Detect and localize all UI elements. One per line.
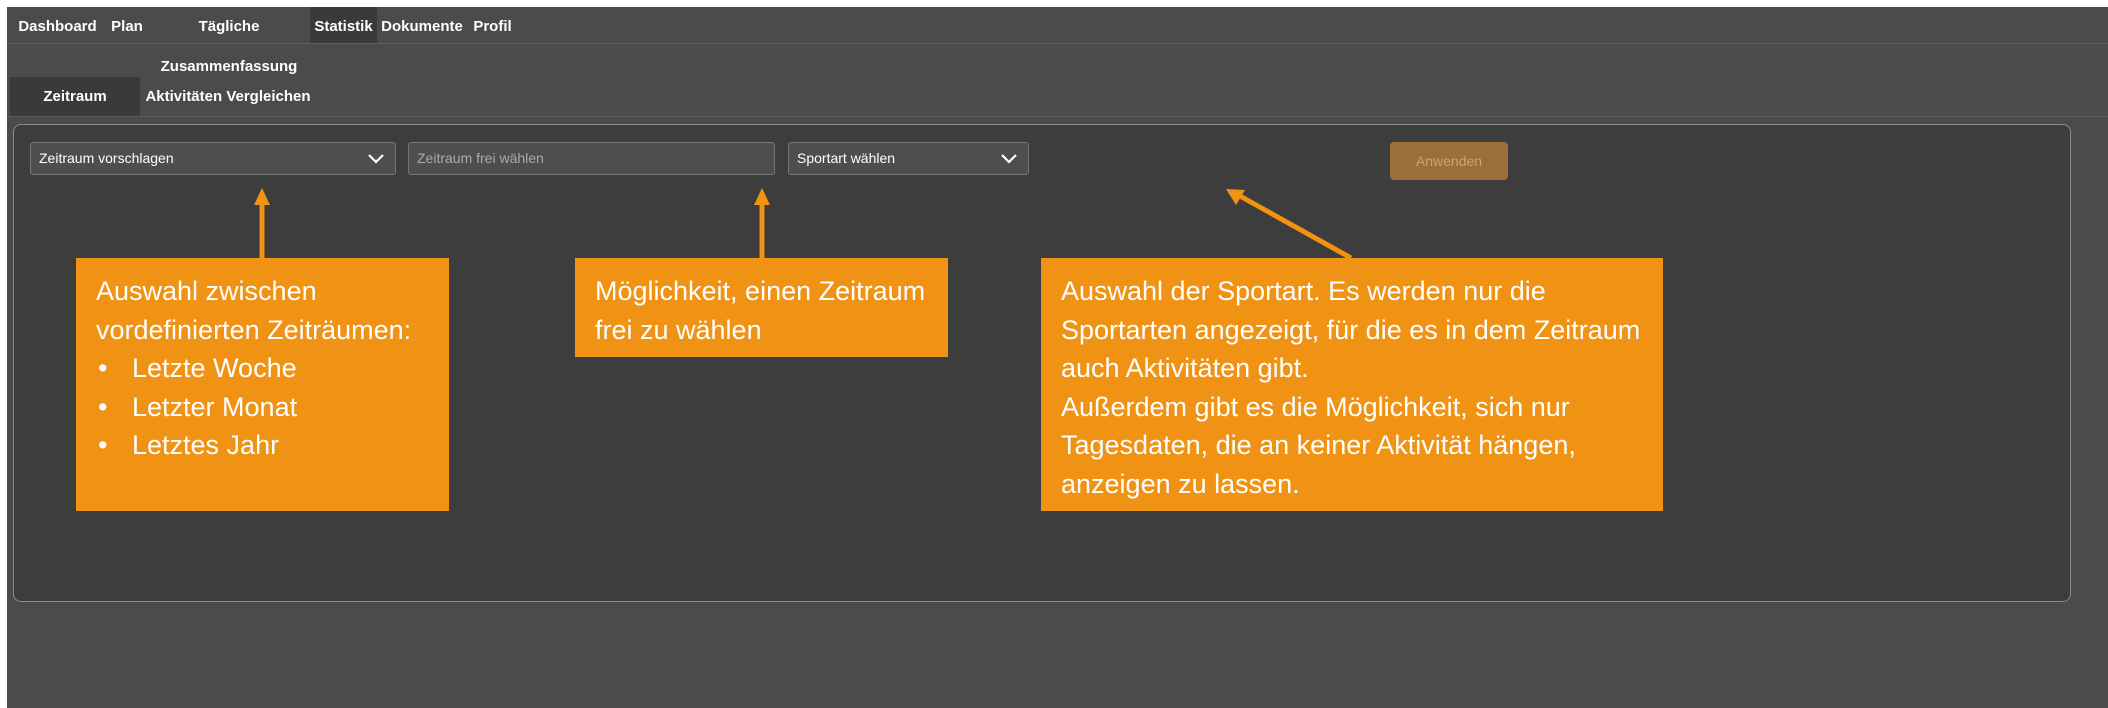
- callout-option: Letzte Woche: [96, 349, 429, 388]
- tab-plan[interactable]: Plan: [105, 7, 149, 43]
- callout-option: Letzter Monat: [96, 388, 429, 427]
- sub-navigation: Zeitraum Auswerten Aktivitäten Vergleich…: [7, 77, 2108, 145]
- callout-period-select: Auswahl zwischen vordefinierten Zeiträum…: [76, 258, 449, 511]
- callout-period-select-text: Auswahl zwischen vordefinierten Zeiträum…: [96, 276, 412, 345]
- period-input[interactable]: Zeitraum frei wählen: [408, 142, 775, 175]
- tab-dashboard[interactable]: Dashboard: [10, 7, 105, 43]
- callout-sport-select-text-extra: Außerdem gibt es die Möglichkeit, sich n…: [1061, 391, 1576, 499]
- period-select-value: Zeitraum vorschlagen: [39, 150, 174, 166]
- callout-period-options: Letzte Woche Letzter Monat Letztes Jahr: [96, 349, 429, 465]
- tab-statistics[interactable]: Statistik: [310, 7, 377, 43]
- period-select[interactable]: Zeitraum vorschlagen: [30, 142, 396, 175]
- tab-compare-activities[interactable]: Aktivitäten Vergleichen: [144, 77, 312, 116]
- chevron-down-icon: [368, 154, 384, 164]
- callout-sport-select: Auswahl der Sportart. Es werden nur die …: [1041, 258, 1663, 511]
- period-input-placeholder: Zeitraum frei wählen: [417, 150, 544, 166]
- callout-option: Letztes Jahr: [96, 426, 429, 465]
- tab-documents[interactable]: Dokumente: [381, 7, 463, 43]
- main-navigation: Dashboard Plan Tägliche Zusammenfassung …: [7, 7, 2108, 75]
- callout-period-input: Möglichkeit, einen Zeitraum frei zu wähl…: [575, 258, 948, 357]
- callout-sport-select-text: Auswahl der Sportart. Es werden nur die …: [1061, 276, 1641, 383]
- tab-daily-summary[interactable]: Tägliche Zusammenfassung: [149, 7, 309, 75]
- tab-profile[interactable]: Profil: [467, 7, 518, 43]
- chevron-down-icon: [1001, 154, 1017, 164]
- apply-button[interactable]: Anwenden: [1390, 142, 1508, 180]
- sport-select-value: Sportart wählen: [797, 150, 896, 166]
- sport-select[interactable]: Sportart wählen: [788, 142, 1029, 175]
- tab-period-analysis[interactable]: Zeitraum Auswerten: [10, 77, 140, 145]
- callout-period-input-text: Möglichkeit, einen Zeitraum frei zu wähl…: [595, 276, 926, 345]
